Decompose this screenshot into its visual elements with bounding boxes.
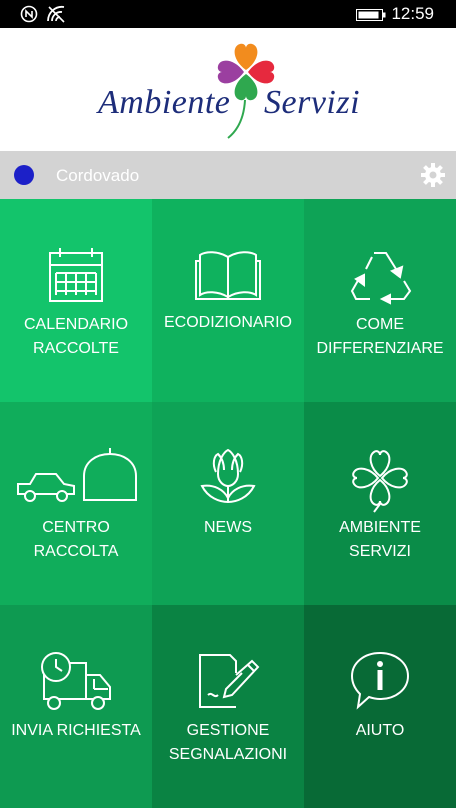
tile-label: ECODIZIONARIO bbox=[152, 311, 304, 335]
tulip-icon bbox=[200, 448, 256, 503]
tile-label-line2: RACCOLTA bbox=[33, 543, 119, 560]
tile-label: COME DIFFERENZIARE bbox=[304, 313, 456, 361]
tile-label: CENTRO RACCOLTA bbox=[0, 516, 152, 564]
tile-label-line2: SERVIZI bbox=[349, 543, 411, 560]
tile-label-line1: ECODIZIONARIO bbox=[163, 314, 292, 331]
edit-document-icon bbox=[199, 654, 260, 708]
tile-label: GESTIONE SEGNALAZIONI bbox=[152, 719, 304, 767]
tile-label: NEWS bbox=[152, 516, 304, 540]
tile-ambiente-servizi[interactable]: AMBIENTE SERVIZI bbox=[304, 402, 456, 605]
tile-label-line1: CALENDARIO bbox=[23, 316, 129, 333]
clover-icon bbox=[352, 450, 408, 513]
tile-label: AMBIENTE SERVIZI bbox=[304, 516, 456, 564]
clock: 12:59 bbox=[391, 4, 434, 23]
status-bar: 12:59 bbox=[0, 0, 456, 28]
tile-label-line2: DIFFERENZIARE bbox=[316, 340, 444, 357]
info-bubble-icon bbox=[350, 651, 410, 710]
tile-label-line2: RACCOLTE bbox=[33, 340, 119, 357]
wifi-icon bbox=[47, 5, 65, 23]
brand-name-left: Ambiente bbox=[98, 84, 231, 121]
tile-label: INVIA RICHIESTA bbox=[0, 719, 152, 743]
tile-label-line1: COME bbox=[356, 316, 404, 333]
tile-label-line2: SEGNALAZIONI bbox=[168, 746, 288, 763]
menu-grid: CALENDARIO RACCOLTE ECODIZIONARIO COME D… bbox=[0, 199, 456, 810]
tile-ecodizionario[interactable]: ECODIZIONARIO bbox=[152, 199, 304, 402]
tile-label: CALENDARIO RACCOLTE bbox=[0, 313, 152, 361]
location-name: Cordovado bbox=[56, 166, 140, 185]
battery-icon bbox=[356, 9, 386, 21]
tile-label: AIUTO bbox=[304, 719, 456, 743]
location-status-dot bbox=[14, 165, 34, 185]
tile-come-differenziare[interactable]: COME DIFFERENZIARE bbox=[304, 199, 456, 402]
tile-invia-richiesta[interactable]: INVIA RICHIESTA bbox=[0, 605, 152, 808]
tile-label-line1: AMBIENTE bbox=[339, 519, 421, 536]
location-bar[interactable]: Cordovado bbox=[0, 151, 456, 199]
tile-centro-raccolta[interactable]: CENTRO RACCOLTA bbox=[0, 402, 152, 605]
gear-icon[interactable] bbox=[420, 162, 446, 188]
tile-label-line1: INVIA RICHIESTA bbox=[11, 722, 141, 739]
tile-label-line1: CENTRO bbox=[42, 519, 110, 536]
tile-label-line1: NEWS bbox=[204, 519, 252, 536]
tile-aiuto[interactable]: AIUTO bbox=[304, 605, 456, 808]
car-bin-icon bbox=[17, 448, 137, 502]
nfc-icon bbox=[20, 5, 38, 23]
tile-news[interactable]: NEWS bbox=[152, 402, 304, 605]
recycle-icon bbox=[350, 252, 412, 305]
logo-header: Ambiente Servizi bbox=[0, 28, 456, 151]
tile-gestione-segnalazioni[interactable]: GESTIONE SEGNALAZIONI bbox=[152, 605, 304, 808]
tile-label-line1: GESTIONE bbox=[186, 722, 270, 739]
brand-name-right: Servizi bbox=[264, 84, 361, 121]
book-icon bbox=[195, 251, 261, 300]
tile-label-line1: AIUTO bbox=[355, 722, 405, 739]
truck-clock-icon bbox=[41, 652, 111, 710]
tile-calendario-raccolte[interactable]: CALENDARIO RACCOLTE bbox=[0, 199, 152, 402]
calendar-icon bbox=[49, 248, 103, 302]
